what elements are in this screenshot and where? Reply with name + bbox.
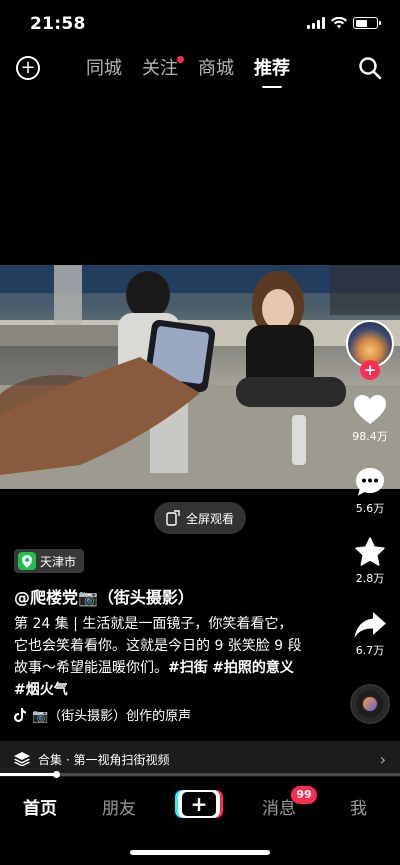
heart-icon <box>354 395 386 424</box>
add-circle-icon[interactable]: + <box>16 56 40 80</box>
music-title: 📷（街头摄影）创作的原声 <box>32 709 192 724</box>
tab-following[interactable]: 关注 <box>142 54 184 88</box>
music-disc-icon[interactable] <box>350 684 390 724</box>
comment-icon <box>356 468 384 496</box>
status-bar: 21:58 <box>0 0 400 50</box>
layers-icon <box>14 752 30 766</box>
hashtag[interactable]: #烟火气 <box>14 682 68 698</box>
music-row[interactable]: 📷（街头摄影）创作的原声 <box>14 705 191 724</box>
nav-friends[interactable]: 朋友 <box>102 794 136 819</box>
share-icon <box>354 612 386 638</box>
comment-button[interactable]: 5.6万 <box>340 466 400 516</box>
location-tag[interactable]: 天津市 <box>14 549 85 573</box>
video-frame <box>0 265 400 489</box>
messages-badge: 99 <box>291 786 317 804</box>
collection-label: 合集 · 第一视角扫街视频 <box>38 752 170 767</box>
tab-nearby[interactable]: 同城 <box>86 54 122 88</box>
location-pin-icon <box>18 552 36 570</box>
cellular-signal-icon <box>307 17 325 29</box>
like-count: 98.4万 <box>352 430 388 443</box>
share-button[interactable]: 6.7万 <box>340 610 400 658</box>
fullscreen-button[interactable]: 全屏观看 <box>154 502 246 534</box>
notification-dot <box>177 56 184 63</box>
comment-count: 5.6万 <box>355 502 385 515</box>
status-time: 21:58 <box>30 14 86 34</box>
fullscreen-icon <box>166 510 180 526</box>
share-count: 6.7万 <box>355 644 385 657</box>
tab-mall[interactable]: 商城 <box>198 54 234 88</box>
location-label: 天津市 <box>40 554 77 569</box>
like-button[interactable]: 98.4万 <box>340 394 400 444</box>
tab-recommend[interactable]: 推荐 <box>254 54 290 88</box>
video-player[interactable] <box>0 265 400 489</box>
progress-fill <box>0 773 56 776</box>
bottom-nav: 首页 朋友 + 消息 99 我 <box>0 778 400 838</box>
hashtag[interactable]: #扫街 <box>168 660 208 676</box>
chevron-right-icon: › <box>379 749 386 769</box>
status-icons <box>307 17 381 29</box>
fullscreen-label: 全屏观看 <box>185 511 234 526</box>
nav-home[interactable]: 首页 <box>23 794 57 819</box>
follow-button[interactable]: + <box>360 360 380 380</box>
progress-knob[interactable] <box>53 771 60 778</box>
episode-label: 第 24 集 <box>14 616 69 632</box>
nav-me[interactable]: 我 <box>350 794 367 819</box>
feed-tabs: 同城 关注 商城 推荐 <box>86 54 290 88</box>
music-note-icon <box>14 707 26 722</box>
wifi-icon <box>331 17 347 29</box>
search-icon[interactable] <box>358 56 382 80</box>
favorite-count: 2.8万 <box>355 572 385 585</box>
hashtag[interactable]: #拍照的意义 <box>212 660 294 676</box>
create-button[interactable]: + <box>178 790 220 818</box>
video-description: 第 24 集 | 生活就是一面镜子，你笑着看它，它也会笑着看你。这就是今日的 9… <box>14 616 302 698</box>
author-name[interactable]: @爬楼党📷（街头摄影） <box>14 584 194 608</box>
star-icon <box>355 537 385 566</box>
home-indicator <box>130 850 270 855</box>
top-nav: + 同城 关注 商城 推荐 <box>0 50 400 90</box>
collection-bar[interactable]: 合集 · 第一视角扫街视频 › <box>0 741 400 777</box>
favorite-button[interactable]: 2.8万 <box>340 536 400 586</box>
video-progress-bar[interactable] <box>0 771 400 778</box>
plus-icon: + <box>182 792 216 816</box>
battery-icon <box>353 17 381 29</box>
